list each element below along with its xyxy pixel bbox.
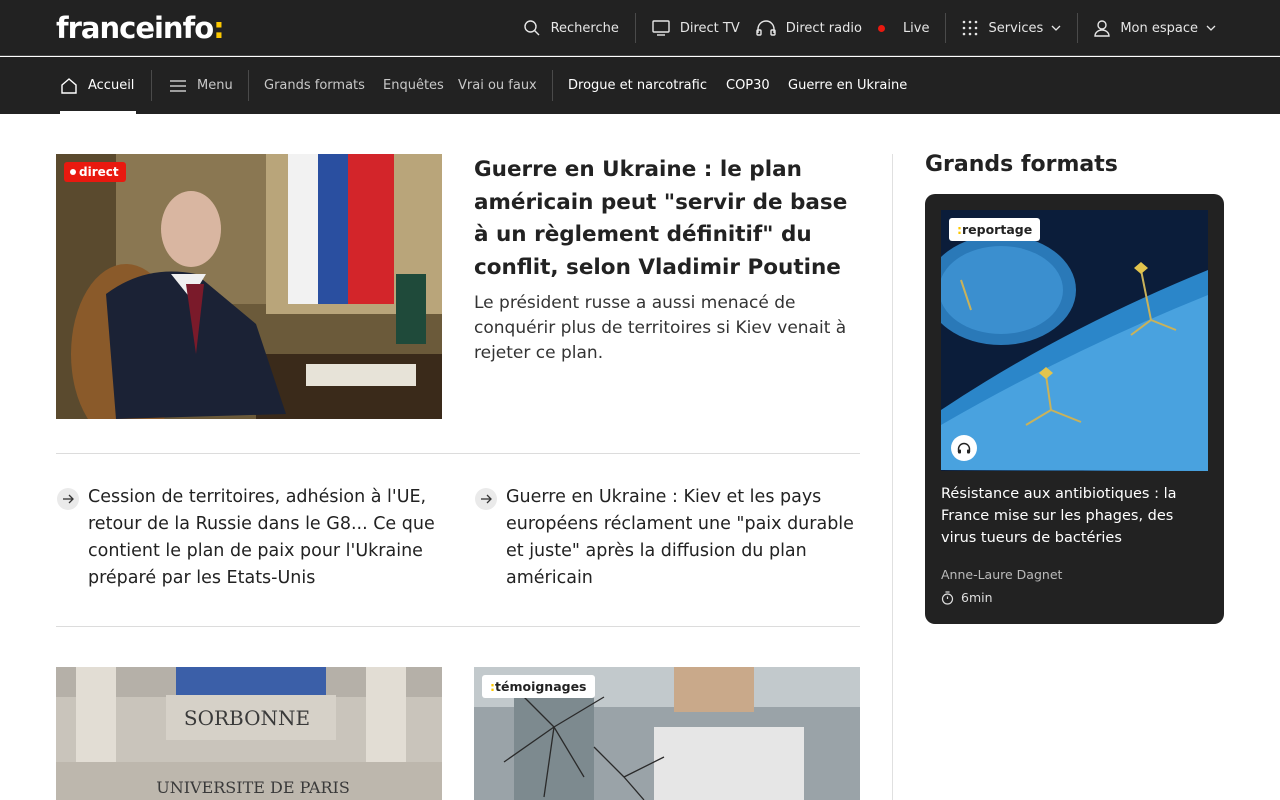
hamburger-icon [170,79,186,92]
nav-topic-drogue[interactable]: Drogue et narcotrafic [568,57,707,114]
live-link[interactable]: Live [870,0,938,56]
column-divider [892,154,893,800]
related-article-link[interactable]: Cession de territoires, adhésion à l'UE,… [88,484,448,592]
franceinfo-logo[interactable]: franceinfo: [56,11,225,45]
search-label: Recherche [550,20,619,36]
arrow-right-icon [57,488,79,510]
category-tag: :reportage [949,218,1041,241]
live-label: Live [902,20,930,36]
account-label: Mon espace [1120,20,1198,36]
divider [56,626,860,627]
direct-badge: direct [64,162,126,182]
nav-grands-formats[interactable]: Grands formats [264,57,365,114]
direct-radio-label: Direct radio [785,20,862,36]
top-bar: franceinfo: Recherche Direct TV Direct r… [0,0,1280,56]
headphones-icon [756,20,776,36]
sorbonne-photo: SORBONNE UNIVERSITE DE PARIS [56,667,442,800]
grands-formats-card[interactable]: :reportage Résistance aux antibiotiques … [925,194,1224,624]
active-tab-indicator [60,111,136,114]
tv-icon [652,20,670,36]
menu-label: Menu [197,78,233,93]
headphones-icon[interactable] [951,435,977,461]
services-dropdown[interactable]: Services [954,0,1069,56]
article-image[interactable]: :témoignages [474,667,860,800]
nav-vrai-ou-faux[interactable]: Vrai ou faux [458,57,537,114]
nav-topic-ukraine[interactable]: Guerre en Ukraine [788,57,907,114]
user-icon [1094,19,1111,37]
top-nav: Recherche Direct TV Direct radio Live Se… [515,0,1224,56]
hero-title[interactable]: Guerre en Ukraine : le plan américain pe… [474,154,864,284]
account-dropdown[interactable]: Mon espace [1086,0,1224,56]
chevron-down-icon [1051,25,1061,31]
nav-divider [151,70,152,101]
card-duration: 6min [941,590,993,605]
live-dot-icon [70,169,76,175]
chevron-down-icon [1206,25,1216,31]
svg-text:SORBONNE: SORBONNE [184,706,310,730]
direct-radio-link[interactable]: Direct radio [748,0,870,56]
home-icon [61,77,77,94]
direct-tv-link[interactable]: Direct TV [644,0,748,56]
menu-button[interactable]: Menu [169,57,233,114]
timer-icon [941,590,954,605]
divider [56,453,860,454]
nav-divider [248,70,249,101]
phage-illustration [941,210,1208,471]
nav-home-label: Accueil [88,78,135,93]
svg-text:UNIVERSITE DE PARIS: UNIVERSITE DE PARIS [156,778,350,797]
hero-photo [56,154,442,419]
related-article-link[interactable]: Guerre en Ukraine : Kiev et les pays eur… [506,484,866,592]
nav-divider [634,13,636,43]
nav-home[interactable]: Accueil [60,57,134,114]
hero-description: Le président russe a aussi menacé de con… [474,293,847,363]
section-title: Grands formats [925,152,1118,177]
section-nav: Accueil Menu Grands formats Enquêtes Vra… [0,57,1280,114]
category-tag: :témoignages [482,675,595,698]
nav-divider [1077,13,1079,43]
search-button[interactable]: Recherche [515,0,627,56]
nav-topic-cop30[interactable]: COP30 [726,57,770,114]
arrow-right-icon [475,488,497,510]
card-author: Anne-Laure Dagnet [941,567,1063,582]
direct-tv-label: Direct TV [679,20,740,36]
search-icon [523,20,540,36]
nav-divider [552,70,553,101]
nav-divider [945,13,947,43]
article-image[interactable]: :reportage [941,210,1208,471]
card-headline[interactable]: Résistance aux antibiotiques : la France… [941,483,1211,549]
services-label: Services [988,20,1044,36]
hero-image[interactable]: direct [56,154,442,419]
article-image[interactable]: SORBONNE UNIVERSITE DE PARIS [56,667,442,800]
grid-icon [963,20,978,36]
nav-enquetes[interactable]: Enquêtes [383,57,444,114]
live-dot-icon [877,24,885,32]
